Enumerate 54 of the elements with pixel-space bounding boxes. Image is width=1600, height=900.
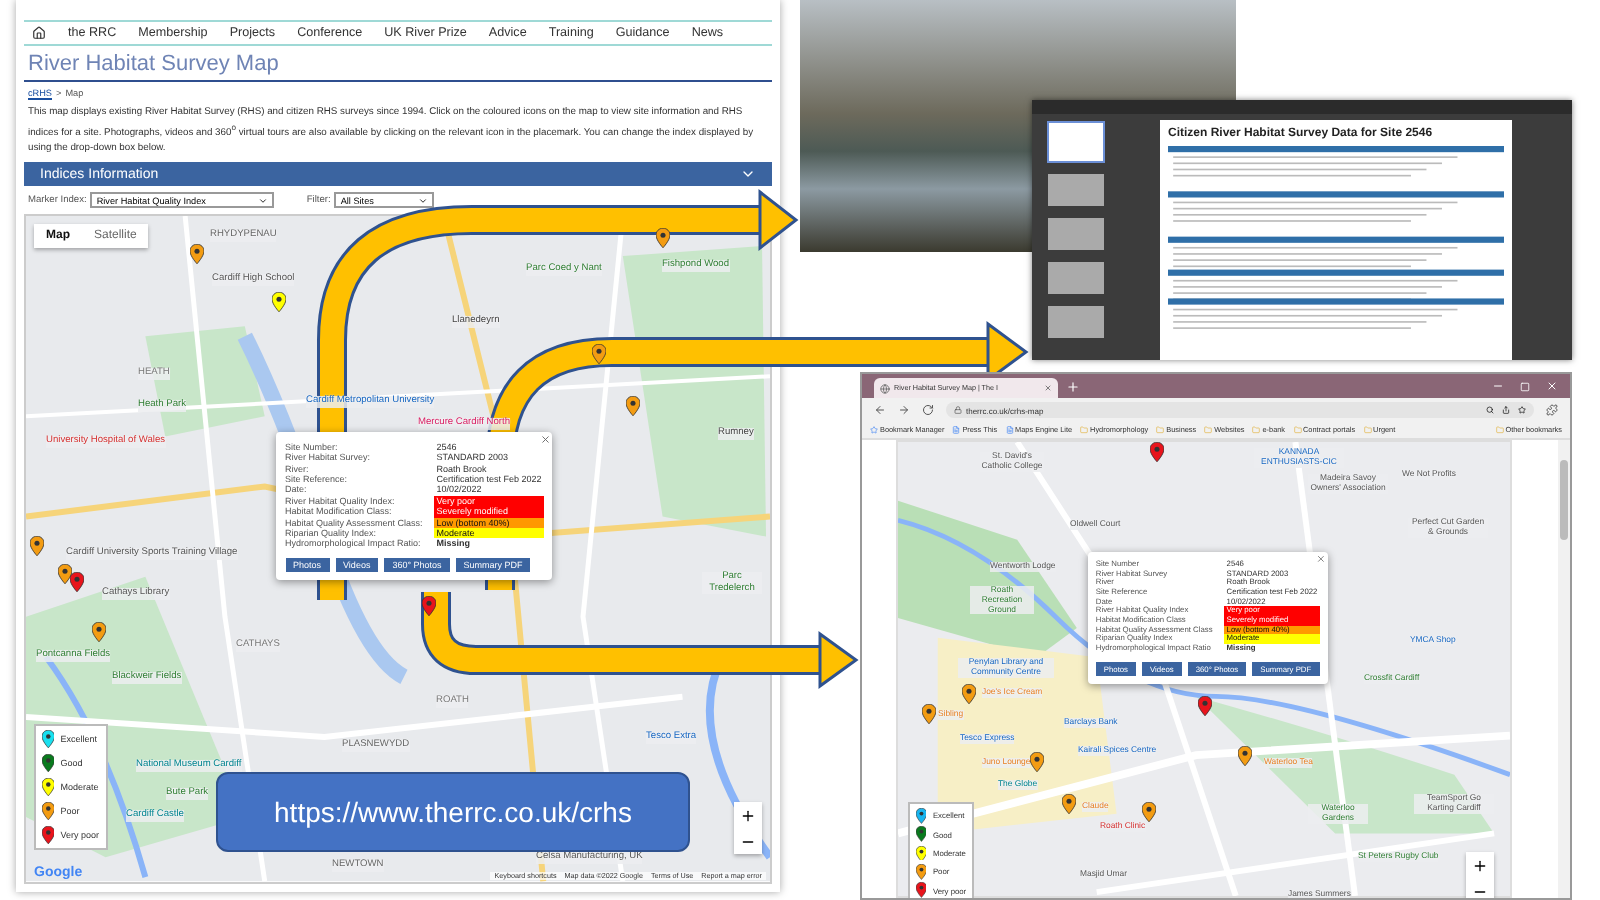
star-icon: [870, 426, 878, 434]
zoom-out-button[interactable]: [734, 828, 762, 854]
page-title: River Habitat Survey Map: [24, 46, 772, 82]
map-pin-icon[interactable]: [1238, 746, 1252, 766]
forward-icon[interactable]: [898, 404, 910, 416]
reload-icon[interactable]: [922, 404, 934, 416]
map-pin-icon[interactable]: [656, 228, 670, 249]
folder-icon: [1252, 426, 1261, 434]
map-pin-icon[interactable]: [592, 344, 606, 365]
lock-icon: [954, 406, 962, 414]
page-icon: [952, 426, 961, 434]
folder-icon: [1204, 426, 1213, 434]
plus-icon: [740, 807, 756, 823]
map-pin-icon[interactable]: [30, 536, 44, 557]
close-button[interactable]: [1315, 554, 1326, 564]
map-pin-icon[interactable]: [1062, 794, 1076, 814]
share-icon[interactable]: [1502, 406, 1510, 414]
folder-icon: [1363, 426, 1372, 434]
caret-icon: [418, 195, 429, 206]
map-pin-icon[interactable]: [1198, 696, 1212, 716]
map-pin-icon[interactable]: [70, 572, 84, 593]
back-icon[interactable]: [874, 404, 886, 416]
map-pin-icon[interactable]: [58, 564, 72, 585]
caret-icon: [258, 195, 269, 206]
zoom-in-button[interactable]: [734, 802, 762, 828]
scrollbar[interactable]: [1558, 440, 1570, 898]
map-pin-icon[interactable]: [272, 292, 286, 313]
zoom-in-button[interactable]: [1466, 852, 1494, 878]
puzzle-icon[interactable]: [1546, 404, 1558, 416]
zoom-out-button[interactable]: [1466, 878, 1494, 898]
map-pin-icon[interactable]: [190, 244, 204, 265]
folder-icon: [1293, 426, 1302, 434]
globe-icon: [880, 383, 890, 393]
close-icon: [1315, 554, 1326, 564]
map-pin-icon[interactable]: [92, 622, 106, 643]
map-pin-icon[interactable]: [1030, 752, 1044, 772]
map-pin-icon[interactable]: [922, 704, 936, 724]
map-pin-icon[interactable]: [626, 396, 640, 417]
plus-icon: [1472, 857, 1488, 873]
url-text: https://www.therrc.co.uk/crhs: [274, 796, 632, 828]
map-pin-icon[interactable]: [962, 684, 976, 704]
search-icon[interactable]: [1486, 406, 1494, 414]
map-pin-icon[interactable]: [422, 596, 436, 617]
star-icon[interactable]: [1518, 406, 1526, 414]
map-pin-icon[interactable]: [1142, 802, 1156, 822]
minimize-icon[interactable]: [1492, 380, 1504, 392]
new-tab-icon[interactable]: [1066, 379, 1080, 393]
folder-icon: [1080, 426, 1089, 434]
folder-icon: [1495, 426, 1504, 434]
home-icon[interactable]: [32, 26, 46, 40]
maximize-icon[interactable]: [1520, 381, 1530, 391]
folder-icon: [1156, 426, 1165, 434]
page-icon: [1005, 426, 1014, 434]
map-pin-icon[interactable]: [1150, 442, 1164, 462]
